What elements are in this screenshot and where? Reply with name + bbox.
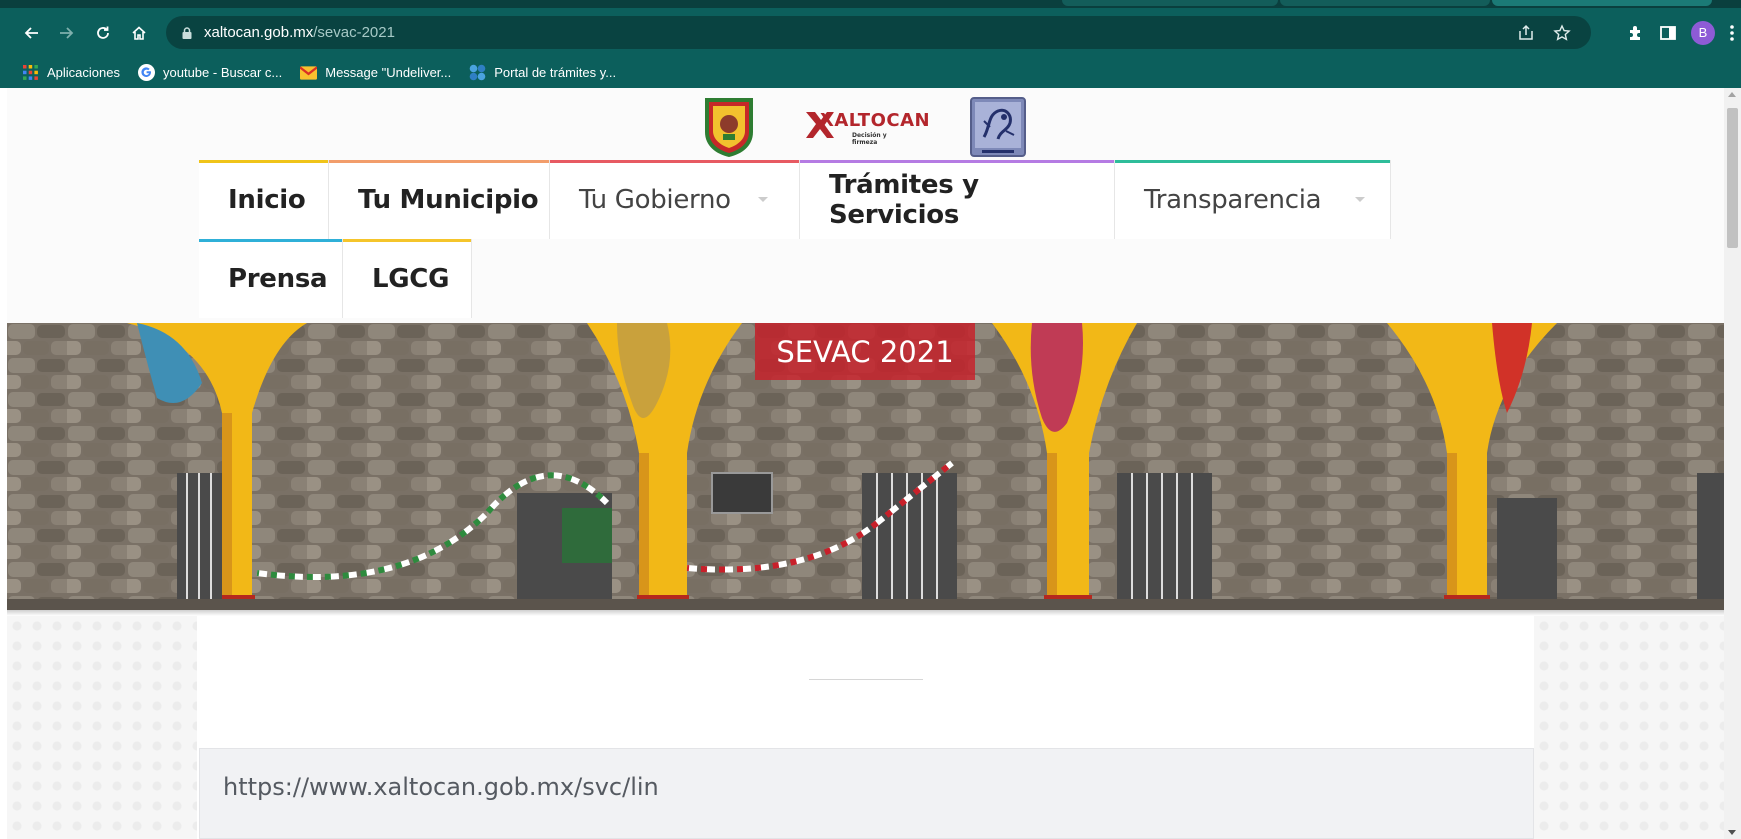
nav-accent-bar (329, 160, 549, 163)
arrow-right-icon (60, 26, 74, 39)
logo-row: XALTOCAN Decisión y firmeza (7, 92, 1724, 158)
bookmark-portal-tramites[interactable]: Portal de trámites y... (469, 64, 616, 81)
nav-item-inicio[interactable]: Inicio (199, 160, 329, 239)
bookmark-label: Portal de trámites y... (494, 65, 617, 80)
nav-item-lgcg[interactable]: LGCG (343, 239, 472, 318)
share-icon[interactable] (1517, 24, 1535, 42)
nav-accent-bar (343, 239, 471, 242)
home-button[interactable] (122, 16, 156, 50)
gmail-icon (300, 64, 318, 81)
logo-tagline: Decisión y firmeza (852, 132, 887, 146)
xaltocan-glyph-emblem-icon[interactable] (970, 97, 1026, 157)
back-button[interactable] (14, 16, 48, 50)
left-background-pattern (7, 616, 197, 839)
extensions-puzzle-icon[interactable] (1627, 24, 1645, 42)
nav-accent-bar (800, 160, 1114, 163)
nav-label: Inicio (228, 184, 306, 215)
scroll-down-arrow-icon[interactable] (1728, 830, 1736, 835)
nav-item-tramites-y-servicios[interactable]: Trámites y Servicios (800, 160, 1115, 239)
nav-label: Transparencia (1144, 184, 1322, 215)
google-icon (138, 64, 155, 81)
bookmarks-bar: Aplicaciones youtube - Buscar c... Messa… (0, 57, 1741, 88)
dropdown-caret-icon (758, 197, 768, 202)
nav-item-tu-gobierno[interactable]: Tu Gobierno (550, 160, 800, 239)
nav-item-transparencia[interactable]: Transparencia (1115, 160, 1391, 239)
section-divider (809, 679, 923, 680)
browser-toolbar: xaltocan.gob.mx/sevac-2021 B (0, 8, 1741, 57)
site-header: XALTOCAN Decisión y firmeza Inicio Tu Mu… (7, 88, 1724, 323)
nav-label: Tu Gobierno (579, 184, 731, 215)
profile-avatar[interactable]: B (1691, 20, 1715, 45)
municipal-seal-icon[interactable] (699, 94, 759, 158)
bookmark-youtube-search[interactable]: youtube - Buscar c... (138, 64, 282, 81)
nav-label: Prensa (228, 263, 328, 294)
reload-button[interactable] (86, 16, 120, 50)
bookmark-label: youtube - Buscar c... (163, 65, 283, 80)
nav-accent-bar (550, 160, 799, 163)
bookmark-gmail-message[interactable]: Message "Undeliver... (300, 64, 451, 81)
nav-label: LGCG (372, 263, 450, 294)
bookmark-label: Aplicaciones (47, 65, 120, 80)
address-bar[interactable]: xaltocan.gob.mx/sevac-2021 (166, 16, 1591, 49)
hero-bottom-shadow (7, 610, 1724, 616)
page-scrollbar[interactable] (1724, 88, 1741, 839)
home-icon (132, 25, 146, 40)
nav-item-prensa[interactable]: Prensa (199, 239, 343, 318)
nav-item-tu-municipio[interactable]: Tu Municipio (329, 160, 550, 239)
url-host: xaltocan.gob.mx (204, 24, 314, 41)
scrollbar-thumb[interactable] (1727, 108, 1738, 248)
logo-wordmark-text: XALTOCAN (820, 110, 931, 131)
nav-label: Trámites y Servicios (829, 169, 979, 230)
dropdown-caret-icon (1355, 197, 1365, 202)
right-background-pattern (1534, 616, 1724, 839)
kebab-menu-icon[interactable] (1729, 24, 1735, 42)
nav-accent-bar (199, 160, 328, 163)
bookmark-label: Message "Undeliver... (325, 65, 452, 80)
bookmark-star-icon[interactable] (1553, 23, 1571, 42)
page-title-banner: SEVAC 2021 (755, 323, 975, 380)
bookmark-apps[interactable]: Aplicaciones (22, 64, 120, 81)
content-link-text[interactable]: https://www.xaltocan.gob.mx/svc/lin (223, 773, 659, 801)
nav-accent-bar (199, 239, 342, 242)
lock-icon[interactable] (180, 26, 194, 40)
side-panel-icon[interactable] (1659, 24, 1677, 42)
main-navigation: Inicio Tu Municipio Tu Gobierno Trámites… (199, 160, 1399, 318)
forward-button[interactable] (50, 16, 84, 50)
xaltocan-logo[interactable]: XALTOCAN Decisión y firmeza (804, 106, 930, 146)
nav-label: Tu Municipio (358, 184, 539, 215)
page-viewport: XALTOCAN Decisión y firmeza Inicio Tu Mu… (7, 88, 1724, 839)
hero-banner: SEVAC 2021 (7, 323, 1724, 610)
url-path: /sevac-2021 (313, 24, 395, 41)
nav-accent-bar (1115, 160, 1390, 163)
apps-grid-icon (22, 64, 39, 81)
content-link-box: https://www.xaltocan.gob.mx/svc/lin (199, 748, 1534, 839)
tab-strip (0, 0, 1741, 8)
arrow-left-icon (24, 26, 38, 39)
reload-icon (97, 26, 109, 39)
portal-icon (469, 64, 486, 81)
scroll-up-arrow-icon[interactable] (1728, 92, 1736, 97)
